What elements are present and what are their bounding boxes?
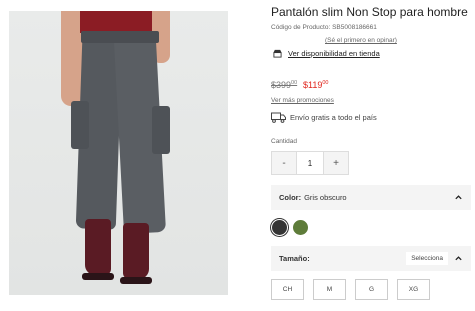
sale-price: $11900 xyxy=(303,80,328,90)
review-link[interactable]: (Sé el primero en opinar) xyxy=(325,37,397,44)
model-shirt xyxy=(80,11,152,33)
sale-price-cents: 00 xyxy=(322,80,329,86)
color-selected: Gris obscuro xyxy=(304,193,347,202)
product-sku: Código de Producto: SB5008186661 xyxy=(271,24,377,31)
cargo-pocket xyxy=(71,101,89,149)
product-title: Pantalón slim Non Stop para hombre xyxy=(271,5,468,19)
shipping-text: Envío gratis a todo el país xyxy=(290,113,377,122)
quantity-increase-button[interactable]: + xyxy=(323,151,349,175)
boot-sole xyxy=(82,273,114,280)
boot xyxy=(85,219,111,275)
availability-link[interactable]: Ver disponibilidad en tienda xyxy=(273,49,380,58)
quantity-label: Cantidad xyxy=(271,138,298,145)
quantity-decrease-button[interactable]: - xyxy=(271,151,297,175)
chevron-up-icon[interactable] xyxy=(454,254,463,263)
product-image[interactable] xyxy=(9,11,228,295)
boot xyxy=(123,223,149,279)
size-option-g[interactable]: G xyxy=(355,279,388,300)
size-select[interactable]: Selecciona xyxy=(406,252,448,265)
color-label: Color: xyxy=(279,193,302,202)
size-label: Tamaño: xyxy=(279,254,310,263)
shipping-info: Envío gratis a todo el país xyxy=(271,112,377,123)
size-option-xg[interactable]: XG xyxy=(397,279,430,300)
quantity-stepper: - 1 + xyxy=(271,151,349,175)
size-option-m[interactable]: M xyxy=(313,279,346,300)
color-accordion[interactable]: Color: Gris obscuro xyxy=(271,185,471,210)
original-price-main: $399 xyxy=(271,80,292,90)
promotions-link[interactable]: Ver más promociones xyxy=(271,97,334,104)
boot-sole xyxy=(120,277,152,284)
store-icon xyxy=(273,49,282,58)
color-swatch-dark-gray[interactable] xyxy=(272,220,287,235)
availability-label: Ver disponibilidad en tienda xyxy=(288,49,380,58)
size-options: CH M G XG xyxy=(271,279,430,300)
cargo-pocket xyxy=(152,106,170,154)
original-price: $39900 xyxy=(271,80,297,90)
color-swatch-green[interactable] xyxy=(293,220,308,235)
sale-price-main: $119 xyxy=(303,80,323,90)
size-accordion[interactable]: Tamaño: Selecciona xyxy=(271,246,471,271)
chevron-up-icon[interactable] xyxy=(454,193,463,202)
original-price-cents: 00 xyxy=(291,80,298,86)
pants-waistband xyxy=(81,31,159,43)
truck-icon xyxy=(271,112,286,123)
quantity-input[interactable]: 1 xyxy=(297,151,323,175)
size-option-ch[interactable]: CH xyxy=(271,279,304,300)
